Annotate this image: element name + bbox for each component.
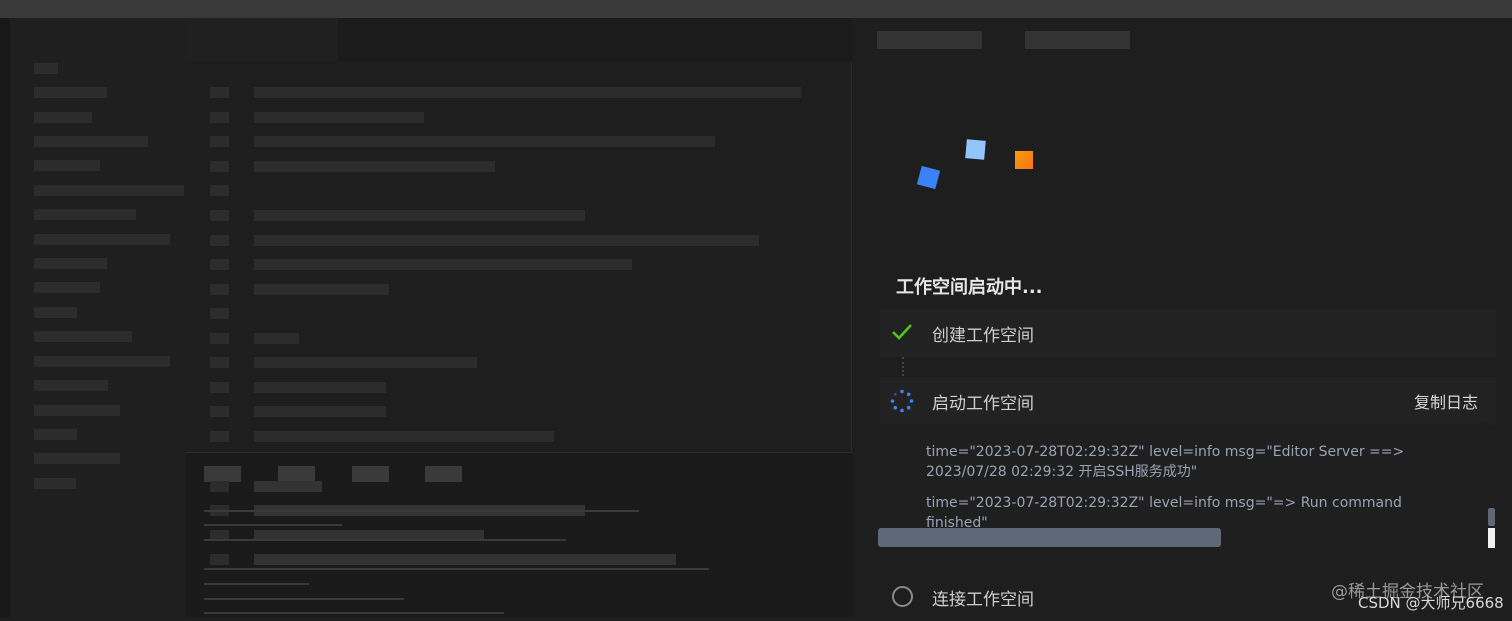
code-line-skeleton — [254, 112, 424, 123]
horizontal-scrollbar-thumb[interactable] — [878, 528, 1221, 547]
editor-tab-skeleton — [186, 18, 338, 62]
code-line-skeleton — [254, 87, 801, 98]
log-line: time="2023-07-28T02:29:32Z" level=info m… — [926, 495, 1402, 529]
code-line-skeleton — [254, 235, 759, 246]
code-line-skeleton — [254, 284, 389, 295]
output-line-skeleton — [204, 539, 566, 541]
log-line-clipped — [926, 423, 1446, 425]
step-label: 创建工作空间 — [932, 326, 1034, 346]
skeleton-line — [34, 136, 148, 147]
code-line-skeleton — [254, 481, 322, 492]
output-line-skeleton — [204, 524, 342, 526]
line-number-skeleton — [210, 235, 229, 246]
skeleton-line — [34, 258, 107, 269]
logo-square-light — [965, 139, 986, 160]
vertical-scrollbar-track — [1488, 528, 1495, 548]
code-line-skeleton — [254, 357, 477, 368]
line-number-skeleton — [210, 406, 229, 417]
skeleton-line — [34, 282, 100, 293]
skeleton-line — [34, 405, 120, 416]
skeleton-line — [34, 234, 170, 245]
skeleton-line — [34, 209, 136, 220]
skeleton-line — [34, 331, 132, 342]
right-tab-skeleton — [877, 31, 982, 49]
skeleton-line — [34, 63, 58, 74]
code-line-skeleton — [254, 382, 386, 393]
log-output[interactable]: time="2023-07-28T02:29:32Z" level=info m… — [880, 423, 1486, 529]
output-line-skeleton — [204, 510, 639, 512]
skeleton-line — [34, 356, 170, 367]
code-line-skeleton — [254, 259, 632, 270]
window-titlebar — [0, 0, 1512, 18]
line-number-skeleton — [210, 431, 229, 442]
bottom-panel-skeleton — [186, 452, 878, 617]
skeleton-line — [34, 380, 108, 391]
output-line-skeleton — [204, 598, 404, 600]
panel-tab-skeleton — [204, 466, 241, 482]
line-number-skeleton — [210, 357, 229, 368]
code-line-skeleton — [254, 554, 676, 565]
logo-square-orange — [1015, 151, 1033, 169]
step-start-workspace: 启动工作空间 复制日志 — [880, 377, 1496, 425]
output-line-skeleton — [204, 568, 709, 570]
panel-tab-skeleton — [352, 466, 389, 482]
skeleton-line — [34, 429, 77, 440]
vertical-scrollbar[interactable] — [1488, 508, 1495, 548]
code-line-skeleton — [254, 161, 495, 172]
spinner-icon — [890, 389, 914, 413]
line-number-skeleton — [210, 481, 229, 492]
skeleton-line — [34, 185, 184, 196]
file-explorer-skeleton — [10, 18, 186, 617]
pending-circle-icon — [892, 586, 913, 607]
panel-tab-skeleton — [425, 466, 462, 482]
output-line-skeleton — [204, 583, 309, 585]
check-icon — [892, 324, 912, 340]
code-line-skeleton — [254, 406, 386, 417]
vertical-scrollbar-thumb[interactable] — [1488, 508, 1495, 526]
code-line-skeleton — [254, 431, 554, 442]
line-number-skeleton — [210, 308, 229, 319]
skeleton-line — [34, 307, 77, 318]
output-line-skeleton — [204, 612, 504, 614]
skeleton-line — [34, 87, 107, 98]
skeleton-line — [34, 453, 120, 464]
code-line-skeleton — [254, 136, 715, 147]
line-number-skeleton — [210, 136, 229, 147]
line-number-skeleton — [210, 284, 229, 295]
line-number-skeleton — [210, 333, 229, 344]
skeleton-line — [34, 160, 100, 171]
line-number-skeleton — [210, 185, 229, 196]
step-label: 启动工作空间 — [932, 394, 1034, 414]
copy-log-button[interactable]: 复制日志 — [1414, 389, 1478, 413]
code-line-skeleton — [254, 210, 585, 221]
line-number-skeleton — [210, 87, 229, 98]
code-line-skeleton — [254, 333, 299, 344]
step-label: 连接工作空间 — [932, 590, 1034, 610]
step-create-workspace: 创建工作空间 — [880, 309, 1496, 357]
activity-bar — [0, 18, 10, 617]
line-number-skeleton — [210, 210, 229, 221]
watermark-csdn: CSDN @大师兄6668 — [1358, 594, 1504, 612]
page-title: 工作空间启动中... — [896, 277, 1043, 298]
line-number-skeleton — [210, 382, 229, 393]
log-line: time="2023-07-28T02:29:32Z" level=info m… — [926, 444, 1405, 480]
skeleton-line — [34, 478, 76, 489]
skeleton-line — [34, 112, 92, 123]
line-number-skeleton — [210, 259, 229, 270]
line-number-skeleton — [210, 554, 229, 565]
line-number-skeleton — [210, 112, 229, 123]
step-connector — [902, 357, 904, 376]
right-tab-skeleton — [1025, 31, 1130, 49]
line-number-skeleton — [210, 161, 229, 172]
panel-tab-skeleton — [278, 466, 315, 482]
